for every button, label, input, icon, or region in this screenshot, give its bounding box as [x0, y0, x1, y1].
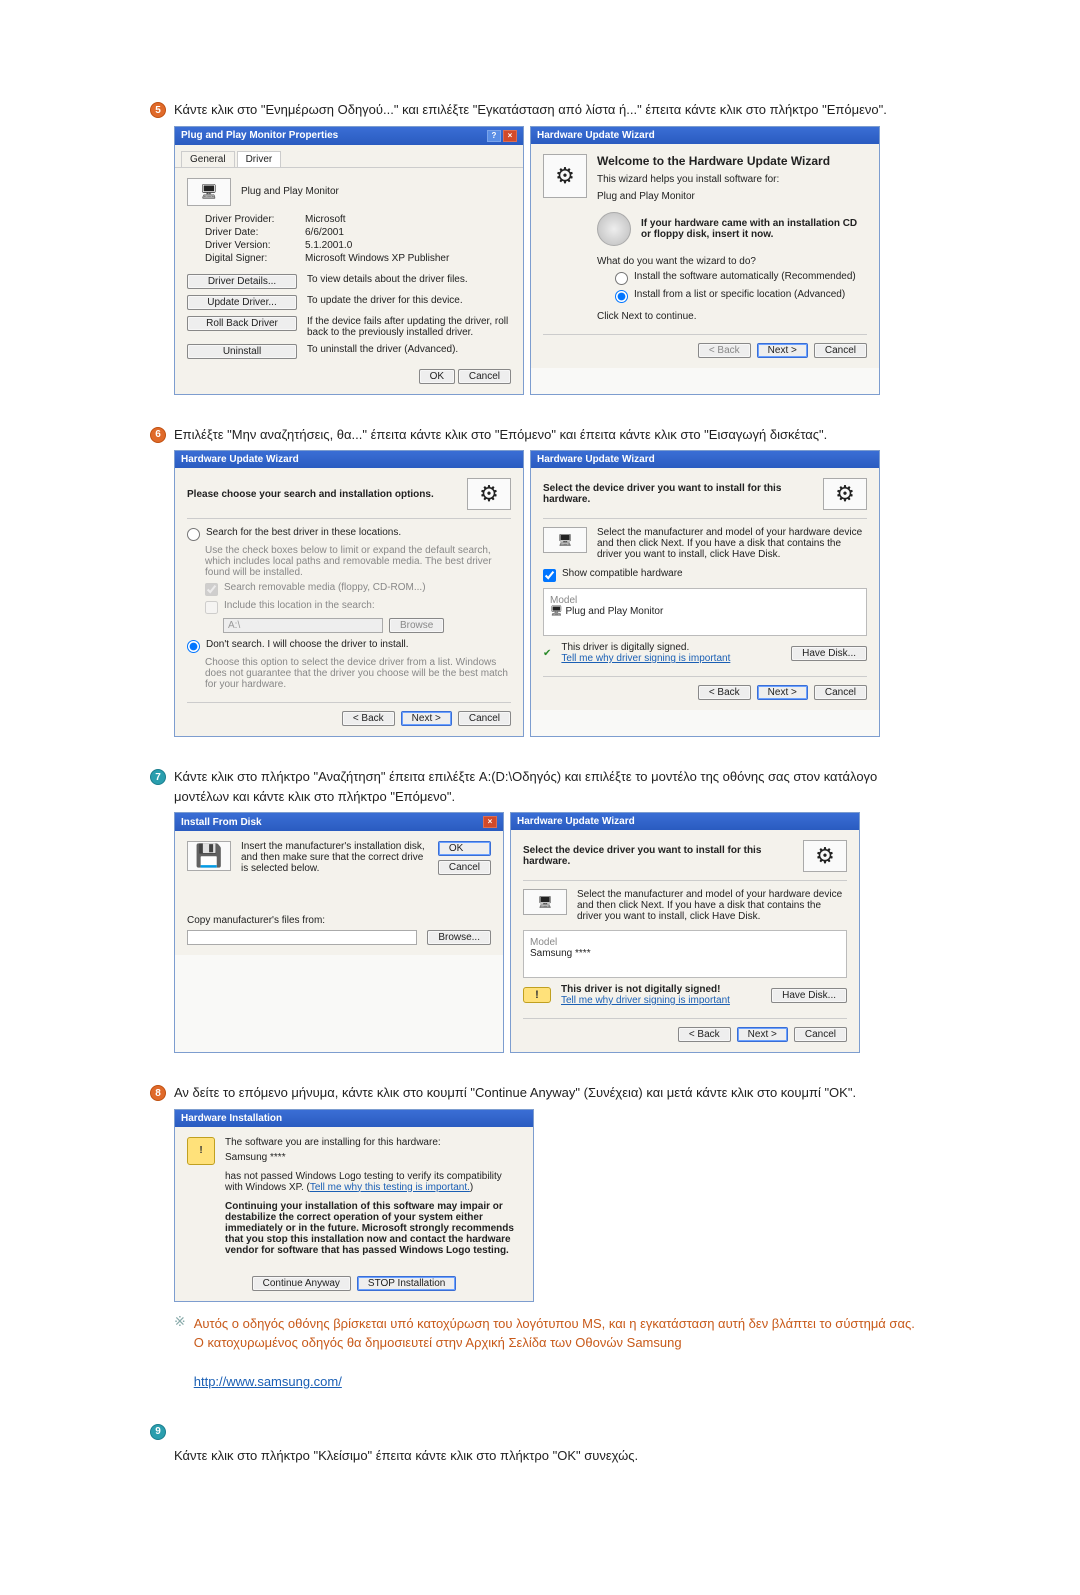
have-disk-button[interactable]: Have Disk...	[771, 988, 847, 1003]
cancel-button[interactable]: Cancel	[814, 685, 867, 700]
step-7-text: Κάντε κλικ στο πλήκτρο "Αναζήτηση" έπειτ…	[174, 767, 930, 806]
check-removable	[205, 583, 218, 596]
tab-driver[interactable]: Driver	[237, 151, 282, 167]
signing-link[interactable]: Tell me why driver signing is important	[561, 995, 730, 1006]
have-disk-button[interactable]: Have Disk...	[791, 646, 867, 661]
cd-icon	[597, 212, 631, 246]
disk-icon: 💾	[187, 841, 231, 871]
next-button[interactable]: Next >	[757, 685, 808, 700]
warning-icon: !	[187, 1137, 215, 1165]
wizard-search-dialog: Hardware Update Wizard Please choose you…	[174, 450, 524, 737]
rollback-driver-button[interactable]: Roll Back Driver	[187, 316, 297, 331]
help-icon[interactable]: ?	[487, 130, 501, 142]
back-button[interactable]: < Back	[342, 711, 395, 726]
close-icon[interactable]: ×	[483, 816, 497, 828]
wizard-heading: Welcome to the Hardware Update Wizard	[597, 154, 867, 168]
browse-button: Browse	[389, 618, 444, 633]
properties-title: Plug and Play Monitor Properties	[181, 130, 338, 141]
warning-icon: !	[523, 987, 551, 1003]
uninstall-button[interactable]: Uninstall	[187, 344, 297, 359]
signed-icon: ✔	[543, 648, 551, 659]
device-name: Plug and Play Monitor	[241, 186, 339, 197]
next-button[interactable]: Next >	[757, 343, 808, 358]
path-input	[223, 618, 383, 633]
radio-auto[interactable]	[615, 272, 628, 285]
radio-list[interactable]	[615, 290, 628, 303]
ok-button[interactable]: OK	[419, 369, 455, 384]
check-location	[205, 601, 218, 614]
cancel-button[interactable]: Cancel	[438, 860, 491, 875]
step-6-bullet: 6	[150, 427, 166, 443]
step-7-bullet: 7	[150, 769, 166, 785]
step-6-text: Επιλέξτε "Μην αναζητήσεις, θα..." έπειτα…	[174, 425, 827, 445]
model-item[interactable]: Samsung ****	[530, 948, 840, 959]
driver-details-button[interactable]: Driver Details...	[187, 274, 297, 289]
check-compatible[interactable]	[543, 569, 556, 582]
step-8-text: Αν δείτε το επόμενο μήνυμα, κάντε κλικ σ…	[174, 1083, 856, 1103]
update-driver-button[interactable]: Update Driver...	[187, 295, 297, 310]
note-line-2: Ο κατοχυρωμένος οδηγός θα δημοσιευτεί στ…	[194, 1335, 682, 1350]
wizard-welcome-dialog: Hardware Update Wizard ⚙ Welcome to the …	[530, 126, 880, 395]
step-9-bullet: 9	[150, 1424, 166, 1440]
wizard-icon: ⚙	[823, 478, 867, 510]
install-from-disk-dialog: Install From Disk × 💾 Insert the manufac…	[174, 812, 504, 1053]
model-item[interactable]: 🖥 Plug and Play Monitor	[550, 606, 860, 617]
wizard-icon: ⚙	[803, 840, 847, 872]
continue-anyway-button[interactable]: Continue Anyway	[252, 1276, 351, 1291]
wizard-select-dialog: Hardware Update Wizard Select the device…	[530, 450, 880, 737]
samsung-url-link[interactable]: http://www.samsung.com/	[194, 1374, 342, 1389]
note-asterisk-icon: ※	[174, 1314, 186, 1392]
ok-button[interactable]: OK	[438, 841, 491, 856]
tab-general[interactable]: General	[181, 151, 235, 167]
copy-path-input[interactable]	[187, 930, 417, 945]
monitor-icon: 🖥	[523, 889, 567, 915]
back-button[interactable]: < Back	[678, 1027, 731, 1042]
next-button[interactable]: Next >	[737, 1027, 788, 1042]
monitor-icon: 🖥	[543, 527, 587, 553]
stop-installation-button[interactable]: STOP Installation	[357, 1276, 456, 1291]
close-icon[interactable]: ×	[503, 130, 517, 142]
cancel-button[interactable]: Cancel	[458, 711, 511, 726]
next-button[interactable]: Next >	[401, 711, 452, 726]
back-button[interactable]: < Back	[698, 685, 751, 700]
step-5-text: Κάντε κλικ στο "Ενημέρωση Οδηγού..." και…	[174, 100, 887, 120]
radio-search[interactable]	[187, 528, 200, 541]
monitor-icon: 🖥	[187, 178, 231, 206]
back-button: < Back	[698, 343, 751, 358]
wizard-select2-dialog: Hardware Update Wizard Select the device…	[510, 812, 860, 1053]
wizard-icon: ⚙	[467, 478, 511, 510]
cancel-button[interactable]: Cancel	[458, 369, 511, 384]
radio-dont-search[interactable]	[187, 640, 200, 653]
cancel-button[interactable]: Cancel	[814, 343, 867, 358]
wizard-icon: ⚙	[543, 154, 587, 198]
step-9-text: Κάντε κλικ στο πλήκτρο "Κλείσιμο" έπειτα…	[174, 1446, 930, 1466]
step-8-bullet: 8	[150, 1085, 166, 1101]
testing-link[interactable]: Tell me why this testing is important.	[310, 1182, 470, 1193]
hardware-installation-dialog: Hardware Installation ! The software you…	[174, 1109, 534, 1302]
note-line-1: Αυτός ο οδηγός οθόνης βρίσκεται υπό κατο…	[194, 1316, 915, 1331]
cancel-button[interactable]: Cancel	[794, 1027, 847, 1042]
wizard-welcome-title: Hardware Update Wizard	[537, 130, 655, 141]
step-5-bullet: 5	[150, 102, 166, 118]
browse-button[interactable]: Browse...	[427, 930, 491, 945]
signing-link[interactable]: Tell me why driver signing is important	[561, 653, 730, 664]
properties-dialog: Plug and Play Monitor Properties ? × Gen…	[174, 126, 524, 395]
